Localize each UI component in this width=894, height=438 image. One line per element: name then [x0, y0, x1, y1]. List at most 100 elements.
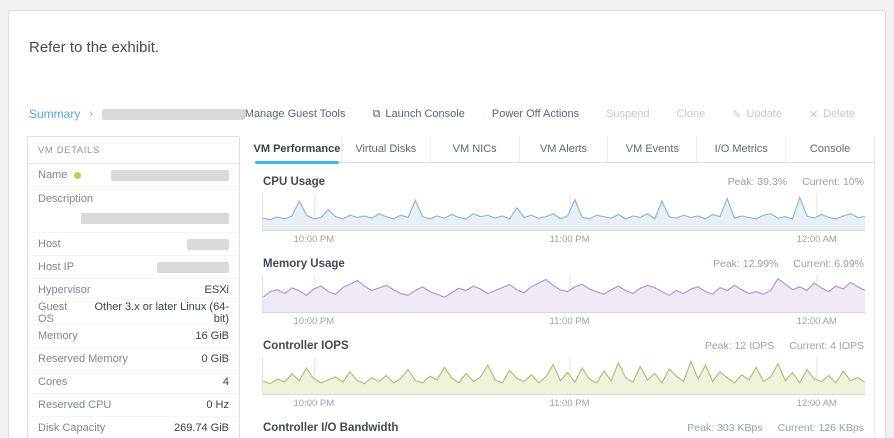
toolbar-item-label: Suspend	[606, 108, 649, 120]
vm-detail-row-reserved-memory: Reserved Memory 0 GiB	[28, 348, 239, 371]
tab-label: VM Performance	[254, 143, 341, 155]
vm-detail-value: 0 Hz	[206, 399, 229, 411]
chart-plot[interactable]	[262, 357, 865, 395]
vm-detail-value: 4	[223, 376, 229, 388]
tab-vm-alerts[interactable]: VM Alerts	[520, 136, 609, 162]
tab-console[interactable]: Console	[786, 136, 874, 162]
chart-svg	[263, 193, 865, 230]
vm-detail-label: Description	[38, 193, 229, 205]
vm-detail-label: Host IP	[38, 261, 74, 273]
toolbar: Manage Guest Tools ⧉ Launch Console Powe…	[245, 108, 875, 121]
tab-vm-performance[interactable]: VM Performance	[253, 136, 342, 162]
chart-axis: 10:00 PM11:00 PM12:00 AM	[262, 313, 865, 327]
chart-peak: Peak: 303 KBps	[687, 422, 762, 434]
chart-controller-i-o-bandwidth: Controller I/O Bandwidth Peak: 303 KBps …	[262, 422, 865, 438]
vm-detail-value: 0 GiB	[201, 353, 229, 365]
tab-i-o-metrics[interactable]: I/O Metrics	[697, 136, 786, 162]
update-icon: ✎	[732, 108, 741, 121]
chart-current: Current: 4 IOPS	[789, 340, 864, 352]
tab-virtual-disks[interactable]: Virtual Disks	[342, 136, 431, 162]
vm-detail-label: Guest OS	[38, 301, 85, 325]
vm-detail-label: Host	[38, 238, 61, 250]
redacted-value	[157, 262, 229, 273]
chart-current: Current: 10%	[802, 176, 864, 188]
vm-details-rows: Name Description Host Host IP Hypervisor	[28, 164, 239, 438]
vm-content-area: VM Performance Virtual Disks VM NICs VM …	[253, 136, 875, 438]
toolbar-suspend: Suspend	[606, 108, 649, 120]
axis-time-label: 10:00 PM	[294, 398, 335, 409]
vm-detail-label-text: Description	[38, 193, 93, 205]
vm-detail-label-text: Guest OS	[38, 301, 85, 325]
tab-vm-nics[interactable]: VM NICs	[431, 136, 520, 162]
toolbar-item-label: Delete	[823, 108, 855, 120]
toolbar-delete: ✕ Delete	[809, 108, 855, 121]
vm-detail-row-memory: Memory 16 GiB	[28, 325, 239, 348]
redacted-value	[187, 239, 229, 250]
toolbar-manage-guest-tools[interactable]: Manage Guest Tools	[245, 108, 346, 120]
delete-icon: ✕	[809, 108, 818, 121]
axis-time-label: 11:00 PM	[550, 398, 590, 409]
toolbar-item-label: Launch Console	[385, 108, 465, 120]
vm-details-panel: VM DETAILS Name Description Host Host IP	[27, 136, 240, 438]
chart-controller-iops: Controller IOPS Peak: 12 IOPS Current: 4…	[262, 340, 865, 409]
toolbar-item-label: Manage Guest Tools	[245, 108, 346, 120]
axis-time-label: 11:00 PM	[550, 234, 590, 245]
chart-plot[interactable]	[262, 275, 865, 313]
chart-cpu-usage: CPU Usage Peak: 39.3% Current: 10% 10:00…	[262, 176, 865, 245]
breadcrumb: Summary › Manage Guest Tools ⧉ Launch Co…	[29, 107, 875, 121]
tab-label: I/O Metrics	[715, 143, 768, 155]
vm-details-header: VM DETAILS	[28, 137, 239, 164]
redacted-value	[81, 213, 229, 224]
vm-detail-label-text: Memory	[38, 330, 78, 342]
vm-detail-value: Other 3.x or later Linux (64-bit)	[85, 301, 229, 325]
vm-detail-row-cores: Cores 4	[28, 371, 239, 394]
exhibit-card: Refer to the exhibit. Summary › Manage G…	[8, 10, 886, 438]
tab-vm-events[interactable]: VM Events	[608, 136, 697, 162]
vm-detail-label: Disk Capacity	[38, 422, 105, 434]
vm-detail-row-guest-os: Guest OS Other 3.x or later Linux (64-bi…	[28, 302, 239, 325]
tab-label: VM Alerts	[540, 143, 587, 155]
vm-detail-label-text: Cores	[38, 376, 67, 388]
chart-title: Controller I/O Bandwidth	[263, 422, 398, 434]
vm-detail-row-hypervisor: Hypervisor ESXi	[28, 279, 239, 302]
chart-svg	[263, 275, 865, 312]
chart-title: CPU Usage	[263, 176, 325, 188]
tab-bar: VM Performance Virtual Disks VM NICs VM …	[253, 136, 874, 163]
tab-label: Console	[810, 143, 850, 155]
axis-time-label: 11:00 PM	[550, 316, 590, 327]
tab-label: VM Events	[626, 143, 679, 155]
toolbar-power-off-actions[interactable]: Power Off Actions	[492, 108, 579, 120]
vm-detail-label-text: Host IP	[38, 261, 74, 273]
page-title: Refer to the exhibit.	[29, 39, 159, 56]
chart-svg	[263, 357, 865, 394]
chart-plot[interactable]	[262, 193, 865, 231]
chart-peak: Peak: 39.3%	[728, 176, 788, 188]
redacted-value	[111, 170, 229, 181]
chart-axis: 10:00 PM11:00 PM12:00 AM	[262, 231, 865, 245]
vm-detail-row-name: Name	[28, 164, 239, 187]
vm-name-redacted	[102, 109, 245, 120]
breadcrumb-separator-icon: ›	[89, 108, 93, 120]
chart-title: Controller IOPS	[263, 340, 349, 352]
toolbar-item-label: Power Off Actions	[492, 108, 579, 120]
tab-label: VM NICs	[453, 143, 497, 155]
vm-detail-label: Reserved CPU	[38, 399, 111, 411]
vm-detail-label: Cores	[38, 376, 67, 388]
vm-detail-label-text: Hypervisor	[38, 284, 91, 296]
vm-detail-value: 16 GiB	[195, 330, 229, 342]
vm-detail-label: Hypervisor	[38, 284, 91, 296]
vm-detail-label: Memory	[38, 330, 78, 342]
chart-memory-usage: Memory Usage Peak: 12.99% Current: 6.99%…	[262, 258, 865, 327]
tab-label: Virtual Disks	[355, 143, 416, 155]
axis-time-label: 10:00 PM	[294, 316, 335, 327]
vm-detail-label: Name	[38, 169, 81, 181]
axis-time-label: 10:00 PM	[294, 234, 335, 245]
vm-detail-label-text: Name	[38, 169, 67, 181]
toolbar-launch-console[interactable]: ⧉ Launch Console	[372, 108, 464, 121]
vm-detail-row-disk-capacity: Disk Capacity 269.74 GiB	[28, 417, 239, 438]
axis-time-label: 12:00 AM	[797, 398, 837, 409]
toolbar-update: ✎ Update	[732, 108, 782, 121]
breadcrumb-summary-link[interactable]: Summary	[29, 107, 80, 121]
vm-detail-value: ESXi	[205, 284, 229, 296]
toolbar-item-label: Clone	[677, 108, 706, 120]
